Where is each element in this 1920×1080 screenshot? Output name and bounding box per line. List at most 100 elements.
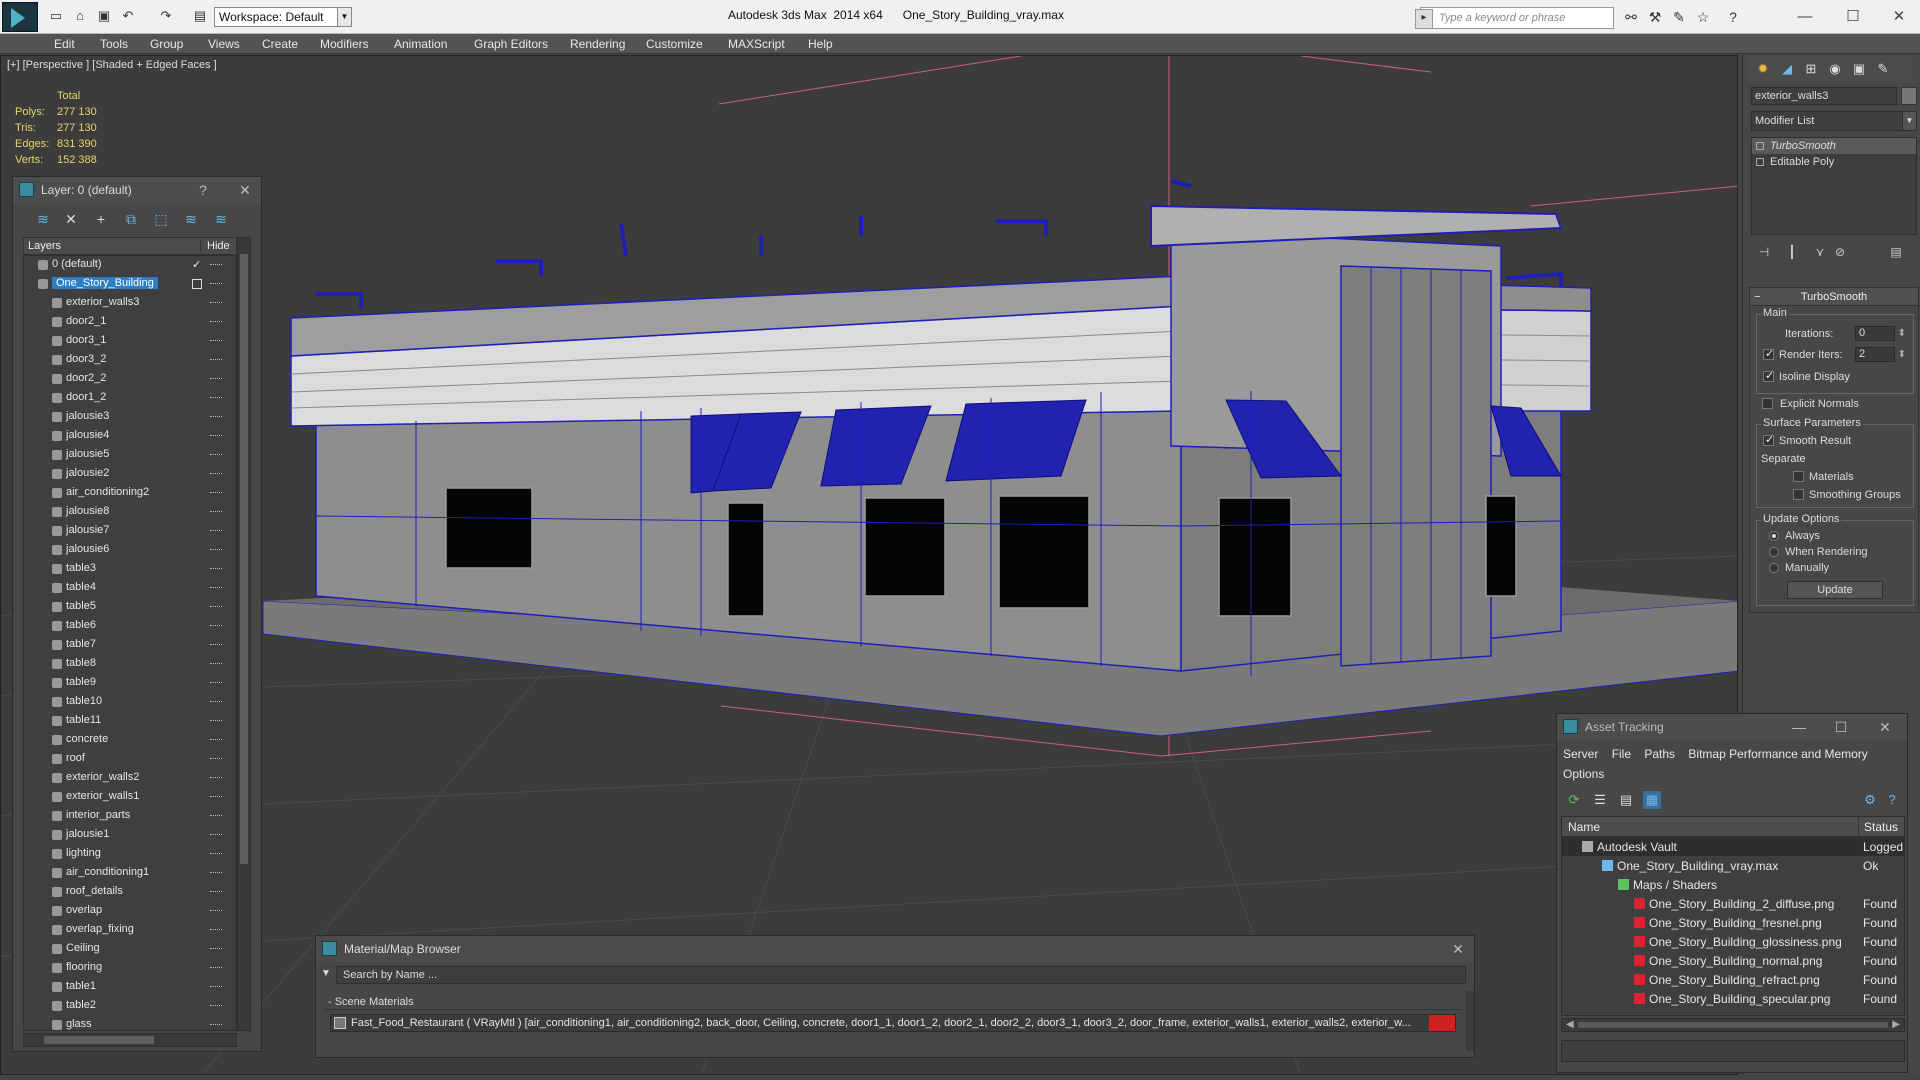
- material-search-input[interactable]: Search by Name ...: [336, 966, 1466, 984]
- checkin-icon[interactable]: ⚙: [1861, 791, 1879, 809]
- maximize-button[interactable]: ☐: [1838, 6, 1868, 28]
- hide-toggle[interactable]: [210, 663, 222, 665]
- layer-row[interactable]: table8: [24, 655, 236, 674]
- grid-view-icon[interactable]: ▦: [1643, 791, 1661, 809]
- project-folder-icon[interactable]: ▤: [192, 9, 208, 23]
- layer-row[interactable]: exterior_walls2: [24, 769, 236, 788]
- close-button[interactable]: ✕: [1875, 717, 1895, 737]
- hide-toggle[interactable]: [210, 720, 222, 722]
- hide-toggle[interactable]: [210, 435, 222, 437]
- binoculars-icon[interactable]: ⚯: [1622, 9, 1640, 25]
- hide-toggle[interactable]: [210, 568, 222, 570]
- hide-toggle[interactable]: [210, 378, 222, 380]
- create-tab-icon[interactable]: ✹: [1753, 59, 1773, 79]
- layer-horizontal-scrollbar[interactable]: [23, 1033, 237, 1047]
- menu-modifiers[interactable]: Modifiers: [320, 37, 369, 51]
- pin-stack-icon[interactable]: ⊣: [1755, 243, 1773, 261]
- hide-toggle[interactable]: [210, 948, 222, 950]
- modify-tab-icon[interactable]: ◢: [1777, 59, 1797, 79]
- hide-toggle[interactable]: [210, 321, 222, 323]
- hide-toggle[interactable]: [210, 644, 222, 646]
- scene-materials-section[interactable]: - Scene Materials: [324, 994, 1462, 1010]
- layer-row[interactable]: table10: [24, 693, 236, 712]
- name-column[interactable]: Name: [1568, 820, 1600, 834]
- show-end-result-icon[interactable]: ┃: [1783, 243, 1801, 261]
- object-color-swatch[interactable]: [1901, 87, 1917, 105]
- hide-toggle[interactable]: [210, 416, 222, 418]
- asset-row[interactable]: One_Story_Building_vray.max Ok: [1562, 856, 1904, 875]
- hide-toggle[interactable]: [210, 283, 222, 285]
- hide-toggle[interactable]: [210, 1024, 222, 1026]
- viewport-label[interactable]: [+] [Perspective ] [Shaded + Edged Faces…: [7, 59, 217, 71]
- display-tab-icon[interactable]: ▣: [1849, 59, 1869, 79]
- communication-icon[interactable]: ✎: [1670, 9, 1688, 25]
- hide-toggle[interactable]: [210, 1005, 222, 1007]
- list-view-icon[interactable]: ☰: [1591, 791, 1609, 809]
- make-unique-icon[interactable]: ⋎: [1811, 243, 1829, 261]
- minimize-button[interactable]: —: [1790, 6, 1820, 28]
- hide-toggle[interactable]: [210, 701, 222, 703]
- layer-row[interactable]: table3: [24, 560, 236, 579]
- table-view-icon[interactable]: ▤: [1617, 791, 1635, 809]
- render-iters-checkbox[interactable]: [1763, 347, 1774, 360]
- layer-row[interactable]: table2: [24, 997, 236, 1016]
- scroll-thumb[interactable]: [1578, 1022, 1888, 1028]
- set-current-box-icon[interactable]: [192, 279, 202, 289]
- layer-row[interactable]: door2_2: [24, 370, 236, 389]
- layer-row[interactable]: jalousie4: [24, 427, 236, 446]
- asset-row[interactable]: One_Story_Building_specular.png Found: [1562, 989, 1904, 1008]
- layer-row[interactable]: overlap: [24, 902, 236, 921]
- current-layer-check-icon[interactable]: ✓: [192, 258, 201, 271]
- layer-row[interactable]: door3_2: [24, 351, 236, 370]
- select-objects-icon[interactable]: ⧉: [121, 209, 141, 229]
- asset-row[interactable]: One_Story_Building_normal.png Found: [1562, 951, 1904, 970]
- layer-row[interactable]: table9: [24, 674, 236, 693]
- hide-toggle[interactable]: [210, 739, 222, 741]
- bulb-icon[interactable]: [1756, 142, 1764, 150]
- close-button[interactable]: ✕: [1884, 6, 1914, 28]
- iterations-spinner[interactable]: 0: [1855, 326, 1906, 341]
- object-name-field[interactable]: exterior_walls3: [1751, 87, 1897, 105]
- hide-toggle[interactable]: [210, 549, 222, 551]
- save-icon[interactable]: ▣: [96, 9, 112, 23]
- hide-toggle[interactable]: [210, 910, 222, 912]
- hide-toggle[interactable]: [210, 530, 222, 532]
- hide-toggle[interactable]: [210, 758, 222, 760]
- smooth-result-checkbox[interactable]: [1763, 433, 1774, 446]
- hide-toggle[interactable]: [210, 454, 222, 456]
- hide-toggle[interactable]: [210, 492, 222, 494]
- options-menu-icon[interactable]: ▼: [321, 968, 331, 979]
- asset-row[interactable]: Maps / Shaders: [1562, 875, 1904, 894]
- highlight-layer-icon[interactable]: ⬚: [151, 209, 171, 229]
- maximize-button[interactable]: ☐: [1831, 717, 1851, 737]
- hide-toggle[interactable]: [210, 264, 222, 266]
- hide-toggle[interactable]: [210, 682, 222, 684]
- hide-toggle[interactable]: [210, 397, 222, 399]
- hide-toggle[interactable]: [210, 853, 222, 855]
- layer-panel-title[interactable]: Layer: 0 (default): [13, 177, 261, 203]
- material-vertical-scrollbar[interactable]: [1466, 991, 1474, 1051]
- asset-row[interactable]: One_Story_Building_fresnel.png Found: [1562, 913, 1904, 932]
- app-logo-icon[interactable]: [2, 2, 38, 32]
- hide-toggle[interactable]: [210, 872, 222, 874]
- menu-tools[interactable]: Tools: [100, 37, 128, 51]
- asset-row[interactable]: One_Story_Building_glossiness.png Found: [1562, 932, 1904, 951]
- layer-row[interactable]: air_conditioning2: [24, 484, 236, 503]
- asset-row[interactable]: One_Story_Building_2_diffuse.png Found: [1562, 894, 1904, 913]
- layer-row[interactable]: concrete: [24, 731, 236, 750]
- hide-toggle[interactable]: [210, 929, 222, 931]
- layer-vertical-scrollbar[interactable]: [237, 237, 251, 1031]
- open-file-icon[interactable]: ⌂: [72, 9, 88, 23]
- utilities-tab-icon[interactable]: ✎: [1873, 59, 1893, 79]
- layer-row[interactable]: jalousie2: [24, 465, 236, 484]
- hide-all-icon[interactable]: ≋: [181, 209, 201, 229]
- menu-rendering[interactable]: Rendering: [570, 37, 625, 51]
- hide-toggle[interactable]: [210, 511, 222, 513]
- render-iters-spinner[interactable]: 2: [1855, 347, 1906, 362]
- hide-toggle[interactable]: [210, 815, 222, 817]
- layer-row[interactable]: exterior_walls3: [24, 294, 236, 313]
- close-icon[interactable]: ✕: [1448, 939, 1468, 959]
- hide-toggle[interactable]: [210, 359, 222, 361]
- configure-sets-icon[interactable]: ▤: [1887, 243, 1905, 261]
- minimize-button[interactable]: —: [1789, 717, 1809, 737]
